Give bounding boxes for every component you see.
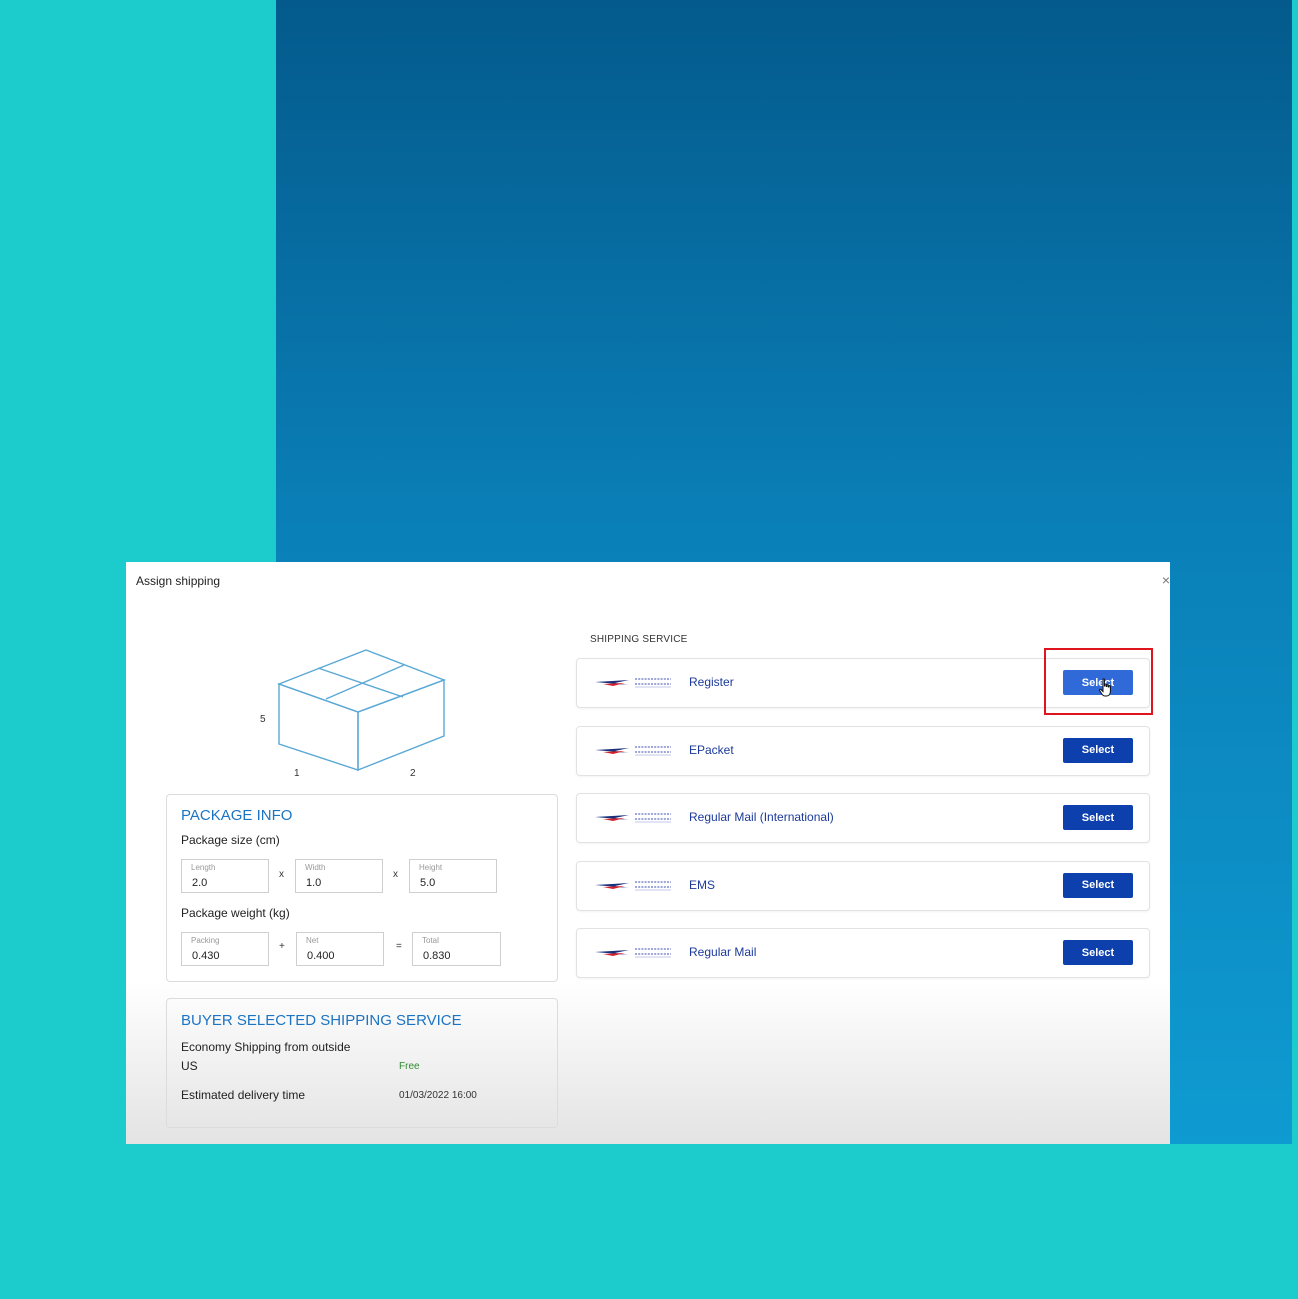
select-register-button[interactable]: Select — [1063, 670, 1133, 695]
package-size-label: Package size (cm) — [181, 833, 280, 847]
select-ems-button[interactable]: Select — [1063, 872, 1133, 898]
width-field[interactable]: Width 1.0 — [295, 859, 383, 893]
plus-operator: + — [279, 941, 285, 952]
packing-value: 0.430 — [192, 950, 220, 962]
total-value: 0.830 — [423, 950, 451, 962]
shipping-service-name: Regular Mail (International) — [689, 810, 834, 824]
thailand-post-logo — [595, 881, 671, 890]
box-width-label: 2 — [410, 768, 416, 779]
shipping-service-row: Regular Mail Select — [576, 928, 1150, 978]
buyer-shipping-heading: BUYER SELECTED SHIPPING SERVICE — [181, 1012, 462, 1029]
buyer-service-region: US — [181, 1059, 198, 1073]
box-length-label: 1 — [294, 768, 300, 779]
shipping-service-row: EPacket Select — [576, 725, 1150, 776]
package-info-panel: PACKAGE INFO Package size (cm) Length 2.… — [166, 794, 558, 982]
thailand-post-logo — [595, 813, 671, 823]
select-epacket-button[interactable]: Select — [1063, 737, 1133, 763]
buyer-shipping-panel: BUYER SELECTED SHIPPING SERVICE Economy … — [166, 998, 558, 1128]
height-value: 5.0 — [420, 877, 436, 889]
package-weight-label: Package weight (kg) — [181, 906, 290, 920]
shipping-service-name: EMS — [689, 877, 716, 892]
length-caption: Length — [191, 863, 216, 872]
thailand-post-logo — [595, 948, 671, 958]
package-box-illustration: 5 1 2 — [256, 642, 466, 782]
equals-operator: = — [396, 941, 402, 952]
times-operator: x — [393, 869, 398, 880]
length-field[interactable]: Length 2.0 — [181, 859, 269, 893]
buyer-service-name: Economy Shipping from outside — [181, 1040, 351, 1054]
shipping-service-row: Regular Mail (International) Select — [576, 793, 1150, 843]
close-icon[interactable]: × — [1162, 572, 1170, 588]
packing-caption: Packing — [191, 936, 220, 945]
assign-shipping-dialog: Assign shipping × 5 1 2 PACKAGE INFO Pac… — [126, 562, 1170, 1144]
net-caption: Net — [306, 936, 319, 945]
delivery-time-value: 01/03/2022 16:00 — [399, 1090, 477, 1101]
length-value: 2.0 — [192, 877, 208, 889]
height-field[interactable]: Height 5.0 — [409, 859, 497, 893]
select-regular-mail-international-button[interactable]: Select — [1063, 805, 1133, 830]
shipping-service-name: Register — [689, 675, 734, 689]
shipping-service-label: SHIPPING SERVICE — [590, 634, 688, 645]
shipping-service-name: EPacket — [689, 742, 734, 757]
package-info-heading: PACKAGE INFO — [181, 807, 293, 824]
package-box-icon — [276, 649, 446, 772]
width-caption: Width — [305, 863, 326, 872]
total-caption: Total — [422, 936, 439, 945]
delivery-time-label: Estimated delivery time — [181, 1088, 306, 1102]
times-operator: x — [279, 869, 284, 880]
width-value: 1.0 — [306, 877, 322, 889]
total-weight-field[interactable]: Total 0.830 — [412, 932, 501, 966]
select-regular-mail-button[interactable]: Select — [1063, 940, 1133, 965]
thailand-post-logo — [595, 678, 671, 688]
thailand-post-logo — [595, 746, 671, 755]
packing-weight-field[interactable]: Packing 0.430 — [181, 932, 269, 966]
net-weight-field[interactable]: Net 0.400 — [296, 932, 384, 966]
dialog-title: Assign shipping — [136, 574, 221, 588]
shipping-price: Free — [399, 1061, 420, 1072]
net-value: 0.400 — [307, 950, 335, 962]
shipping-service-row: Register Select — [576, 658, 1150, 708]
shipping-service-row: EMS Select — [576, 860, 1150, 911]
height-caption: Height — [419, 863, 443, 872]
shipping-service-name: Regular Mail — [689, 945, 757, 959]
box-height-label: 5 — [260, 714, 266, 725]
